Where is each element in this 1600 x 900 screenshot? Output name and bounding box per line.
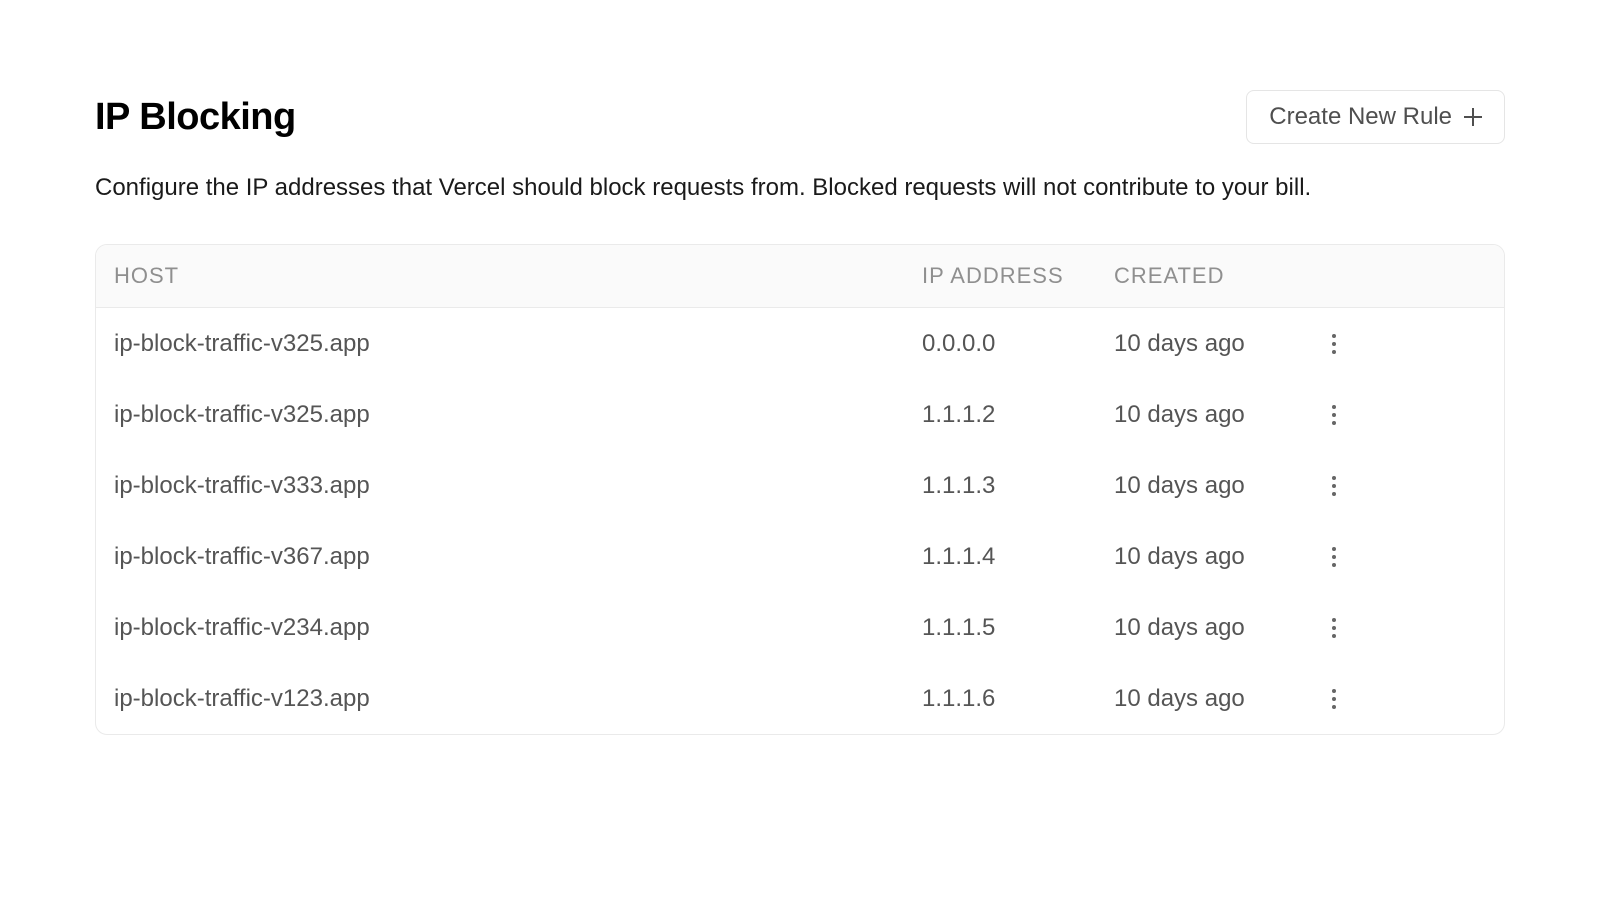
cell-ip: 1.1.1.4 <box>922 543 1114 571</box>
column-header-host: HOST <box>96 263 922 289</box>
row-actions-button[interactable] <box>1318 328 1350 360</box>
more-vertical-icon <box>1332 689 1336 709</box>
column-header-ip: IP ADDRESS <box>922 263 1114 289</box>
cell-actions <box>1304 612 1364 644</box>
create-new-rule-button[interactable]: Create New Rule <box>1246 90 1505 144</box>
column-header-actions <box>1304 263 1364 289</box>
cell-host: ip-block-traffic-v123.app <box>96 685 922 713</box>
ip-rules-table: HOST IP ADDRESS CREATED ip-block-traffic… <box>95 244 1505 735</box>
cell-actions <box>1304 328 1364 360</box>
cell-ip: 1.1.1.5 <box>922 614 1114 642</box>
cell-host: ip-block-traffic-v325.app <box>96 401 922 429</box>
cell-host: ip-block-traffic-v325.app <box>96 330 922 358</box>
more-vertical-icon <box>1332 547 1336 567</box>
more-vertical-icon <box>1332 618 1336 638</box>
ip-blocking-page: IP Blocking Create New Rule Configure th… <box>0 0 1600 735</box>
row-actions-button[interactable] <box>1318 683 1350 715</box>
table-header: HOST IP ADDRESS CREATED <box>96 245 1504 308</box>
more-vertical-icon <box>1332 405 1336 425</box>
cell-host: ip-block-traffic-v234.app <box>96 614 922 642</box>
row-actions-button[interactable] <box>1318 612 1350 644</box>
page-description: Configure the IP addresses that Vercel s… <box>95 170 1505 206</box>
cell-created: 10 days ago <box>1114 330 1304 358</box>
more-vertical-icon <box>1332 476 1336 496</box>
cell-actions <box>1304 399 1364 431</box>
cell-created: 10 days ago <box>1114 614 1304 642</box>
table-row: ip-block-traffic-v325.app1.1.1.210 days … <box>96 379 1504 450</box>
cell-created: 10 days ago <box>1114 401 1304 429</box>
table-row: ip-block-traffic-v234.app1.1.1.510 days … <box>96 592 1504 663</box>
table-row: ip-block-traffic-v325.app0.0.0.010 days … <box>96 308 1504 379</box>
cell-actions <box>1304 470 1364 502</box>
cell-created: 10 days ago <box>1114 472 1304 500</box>
cell-ip: 1.1.1.6 <box>922 685 1114 713</box>
row-actions-button[interactable] <box>1318 541 1350 573</box>
cell-ip: 1.1.1.3 <box>922 472 1114 500</box>
column-header-created: CREATED <box>1114 263 1304 289</box>
cell-created: 10 days ago <box>1114 685 1304 713</box>
more-vertical-icon <box>1332 334 1336 354</box>
cell-host: ip-block-traffic-v333.app <box>96 472 922 500</box>
plus-icon <box>1464 108 1482 126</box>
cell-actions <box>1304 683 1364 715</box>
cell-actions <box>1304 541 1364 573</box>
table-body: ip-block-traffic-v325.app0.0.0.010 days … <box>96 308 1504 734</box>
table-row: ip-block-traffic-v333.app1.1.1.310 days … <box>96 450 1504 521</box>
cell-ip: 1.1.1.2 <box>922 401 1114 429</box>
row-actions-button[interactable] <box>1318 399 1350 431</box>
table-row: ip-block-traffic-v123.app1.1.1.610 days … <box>96 663 1504 734</box>
create-new-rule-label: Create New Rule <box>1269 103 1452 131</box>
row-actions-button[interactable] <box>1318 470 1350 502</box>
table-row: ip-block-traffic-v367.app1.1.1.410 days … <box>96 521 1504 592</box>
page-title: IP Blocking <box>95 96 296 139</box>
cell-host: ip-block-traffic-v367.app <box>96 543 922 571</box>
cell-created: 10 days ago <box>1114 543 1304 571</box>
cell-ip: 0.0.0.0 <box>922 330 1114 358</box>
page-header: IP Blocking Create New Rule <box>95 90 1505 144</box>
